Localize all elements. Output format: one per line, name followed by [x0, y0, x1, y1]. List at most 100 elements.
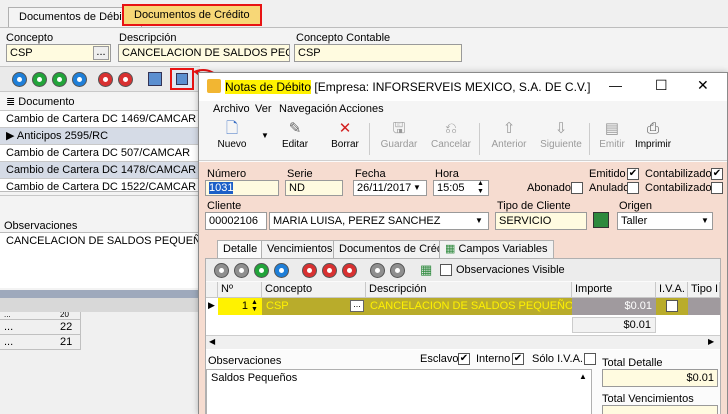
cancel-detail-button[interactable] [390, 263, 405, 278]
close-button[interactable]: ✕ [697, 77, 709, 94]
next-detail-button[interactable] [254, 263, 269, 278]
prev-record-button[interactable] [32, 72, 47, 87]
chevron-down-icon[interactable]: ▼ [475, 216, 483, 225]
client-type-icon[interactable] [593, 212, 609, 228]
table-row[interactable]: ... 22 [0, 320, 80, 335]
first-detail-button[interactable] [214, 263, 229, 278]
anulado-checkbox[interactable] [627, 182, 639, 194]
siguiente-button[interactable]: ⇩ Siguiente [537, 119, 585, 159]
observaciones-textarea[interactable]: Saldos Pequeños ▲ [206, 369, 592, 414]
esclavo-checkbox[interactable]: ✔ [458, 353, 470, 365]
tab-campos-variables[interactable]: ▦ Campos Variables [439, 240, 554, 258]
cliente-code-input[interactable]: 00002106 [205, 212, 267, 230]
concepto-lookup-button[interactable]: ... [93, 46, 109, 60]
obs-visible-checkbox[interactable] [440, 264, 452, 276]
insert-detail-button[interactable] [302, 263, 317, 278]
serie-input[interactable]: ND [285, 180, 343, 196]
first-record-button[interactable] [12, 72, 27, 87]
grid-view-icon[interactable] [148, 72, 162, 86]
scroll-left-icon[interactable]: ◀ [209, 337, 215, 346]
list-item[interactable]: Cambio de Cartera DC 1522/CAMCAR [0, 179, 200, 196]
emitido-checkbox[interactable]: ✔ [627, 168, 639, 180]
guardar-button[interactable]: 🖫 Guardar [377, 119, 421, 159]
menu-archivo[interactable]: Archivo [213, 103, 250, 115]
last-record-button[interactable] [72, 72, 87, 87]
edit-detail-button[interactable] [342, 263, 357, 278]
table-row[interactable]: ▶ 1 ▲ ▼ CSP ... CANCELACION DE SALDOS PEQ… [206, 298, 720, 315]
row-dots: ... [4, 312, 11, 319]
main-toolbar: 🗋 Nuevo ▼ ✎ Editar ✕ Borrar 🖫 Guardar ⎌ … [199, 117, 727, 161]
concepto-column-header[interactable]: Concepto [262, 282, 366, 298]
delete-detail-button[interactable] [322, 263, 337, 278]
contabilizado-label: Contabilizado [645, 168, 712, 180]
importe-cell[interactable]: $0.01 [572, 298, 656, 315]
list-header-icon: ≣ [6, 96, 19, 108]
iva-column-header[interactable]: I.V.A. [656, 282, 688, 298]
tipo-cliente-label: Tipo de Cliente [497, 200, 571, 212]
post-detail-button[interactable] [370, 263, 385, 278]
scroll-up-icon[interactable]: ▲ [579, 372, 587, 381]
chevron-down-icon[interactable]: ▼ [701, 216, 709, 225]
menu-ver[interactable]: Ver [255, 103, 272, 115]
contabilizado2-checkbox[interactable] [711, 182, 723, 194]
iva-checkbox[interactable] [666, 300, 678, 312]
descripcion-cell[interactable]: CANCELACION DE SALDOS PEQUEÑOS [370, 298, 581, 314]
next-record-button[interactable] [52, 72, 67, 87]
abonado-checkbox[interactable] [571, 182, 583, 194]
list-item[interactable]: Cambio de Cartera DC 1469/CAMCAR [0, 111, 200, 128]
tipo-column-header[interactable]: Tipo I. [688, 282, 720, 298]
menu-navegacion[interactable]: Navegación [279, 103, 337, 115]
tipo-cell[interactable] [688, 298, 720, 315]
tipo-cliente-input[interactable]: SERVICIO [495, 212, 587, 230]
concepto-cell[interactable]: CSP [266, 298, 289, 314]
minimize-button[interactable]: — [609, 78, 622, 93]
maximize-button[interactable]: ☐ [655, 77, 668, 94]
cancelar-button[interactable]: ⎌ Cancelar [429, 119, 473, 159]
table-row[interactable]: ... 21 [0, 335, 80, 350]
descripcion-column-header[interactable]: Descripción [366, 282, 572, 298]
contabilizado-checkbox[interactable]: ✔ [711, 168, 723, 180]
n-column-header[interactable]: Nº [218, 282, 262, 298]
concepto-lookup-button[interactable]: ... [350, 300, 364, 312]
remove-record-button[interactable] [118, 72, 133, 87]
tab-documentos-credito[interactable]: Documentos de Crédito [122, 4, 262, 26]
observaciones-text: Saldos Pequeños [211, 372, 298, 384]
hora-label: Hora [435, 168, 459, 180]
concepto-contable-input[interactable]: CSP [294, 44, 462, 62]
emitir-button[interactable]: ▤ Emitir [595, 119, 629, 159]
spinner-icon[interactable]: ▲ ▼ [477, 180, 484, 196]
importe-column-header[interactable]: Importe [572, 282, 656, 298]
solo-iva-checkbox[interactable] [584, 353, 596, 365]
scroll-right-icon[interactable]: ▶ [708, 337, 714, 346]
siguiente-label: Siguiente [540, 139, 582, 150]
add-record-button[interactable] [98, 72, 113, 87]
observaciones-textarea[interactable]: CANCELACION DE SALDOS PEQUEÑOS [0, 232, 200, 288]
prev-detail-button[interactable] [234, 263, 249, 278]
last-detail-button[interactable] [274, 263, 289, 278]
interno-checkbox[interactable]: ✔ [512, 353, 524, 365]
editar-button[interactable]: ✎ Editar [275, 119, 315, 159]
list-item[interactable]: ▶ Anticipos 2595/RC [0, 128, 200, 145]
list-item[interactable]: Cambio de Cartera DC 507/CAMCAR [0, 145, 200, 162]
menu-acciones[interactable]: Acciones [339, 103, 384, 115]
anterior-button[interactable]: ⇧ Anterior [487, 119, 531, 159]
table-row[interactable]: ... 20 [0, 312, 80, 320]
list-item[interactable]: Cambio de Cartera DC 1478/CAMCAR [0, 162, 200, 179]
splitter[interactable] [0, 290, 200, 298]
open-document-button[interactable] [170, 68, 194, 90]
tab-vencimientos[interactable]: Vencimientos [261, 240, 339, 258]
spinner-icon[interactable]: ▲ ▼ [251, 299, 258, 313]
chevron-down-icon[interactable]: ▼ [413, 183, 421, 192]
tab-detalle[interactable]: Detalle [217, 240, 264, 258]
chevron-down-icon[interactable]: ▼ [261, 131, 269, 140]
imprimir-button[interactable]: ⎙ Imprimir [631, 119, 675, 159]
nuevo-button[interactable]: 🗋 Nuevo [213, 119, 251, 159]
descripcion-input[interactable]: CANCELACION DE SALDOS PEQUEÑ [118, 44, 290, 62]
cliente-name-select[interactable]: MARIA LUISA, PEREZ SANCHEZ [269, 212, 489, 230]
numero-input[interactable]: 1031 [205, 180, 279, 196]
origen-select[interactable]: Taller [617, 212, 713, 230]
grid-icon[interactable]: ▦ [420, 262, 432, 278]
bg-toolbar [0, 66, 200, 92]
borrar-button[interactable]: ✕ Borrar [325, 119, 365, 159]
horizontal-scrollbar[interactable]: ◀ ▶ [206, 335, 720, 349]
